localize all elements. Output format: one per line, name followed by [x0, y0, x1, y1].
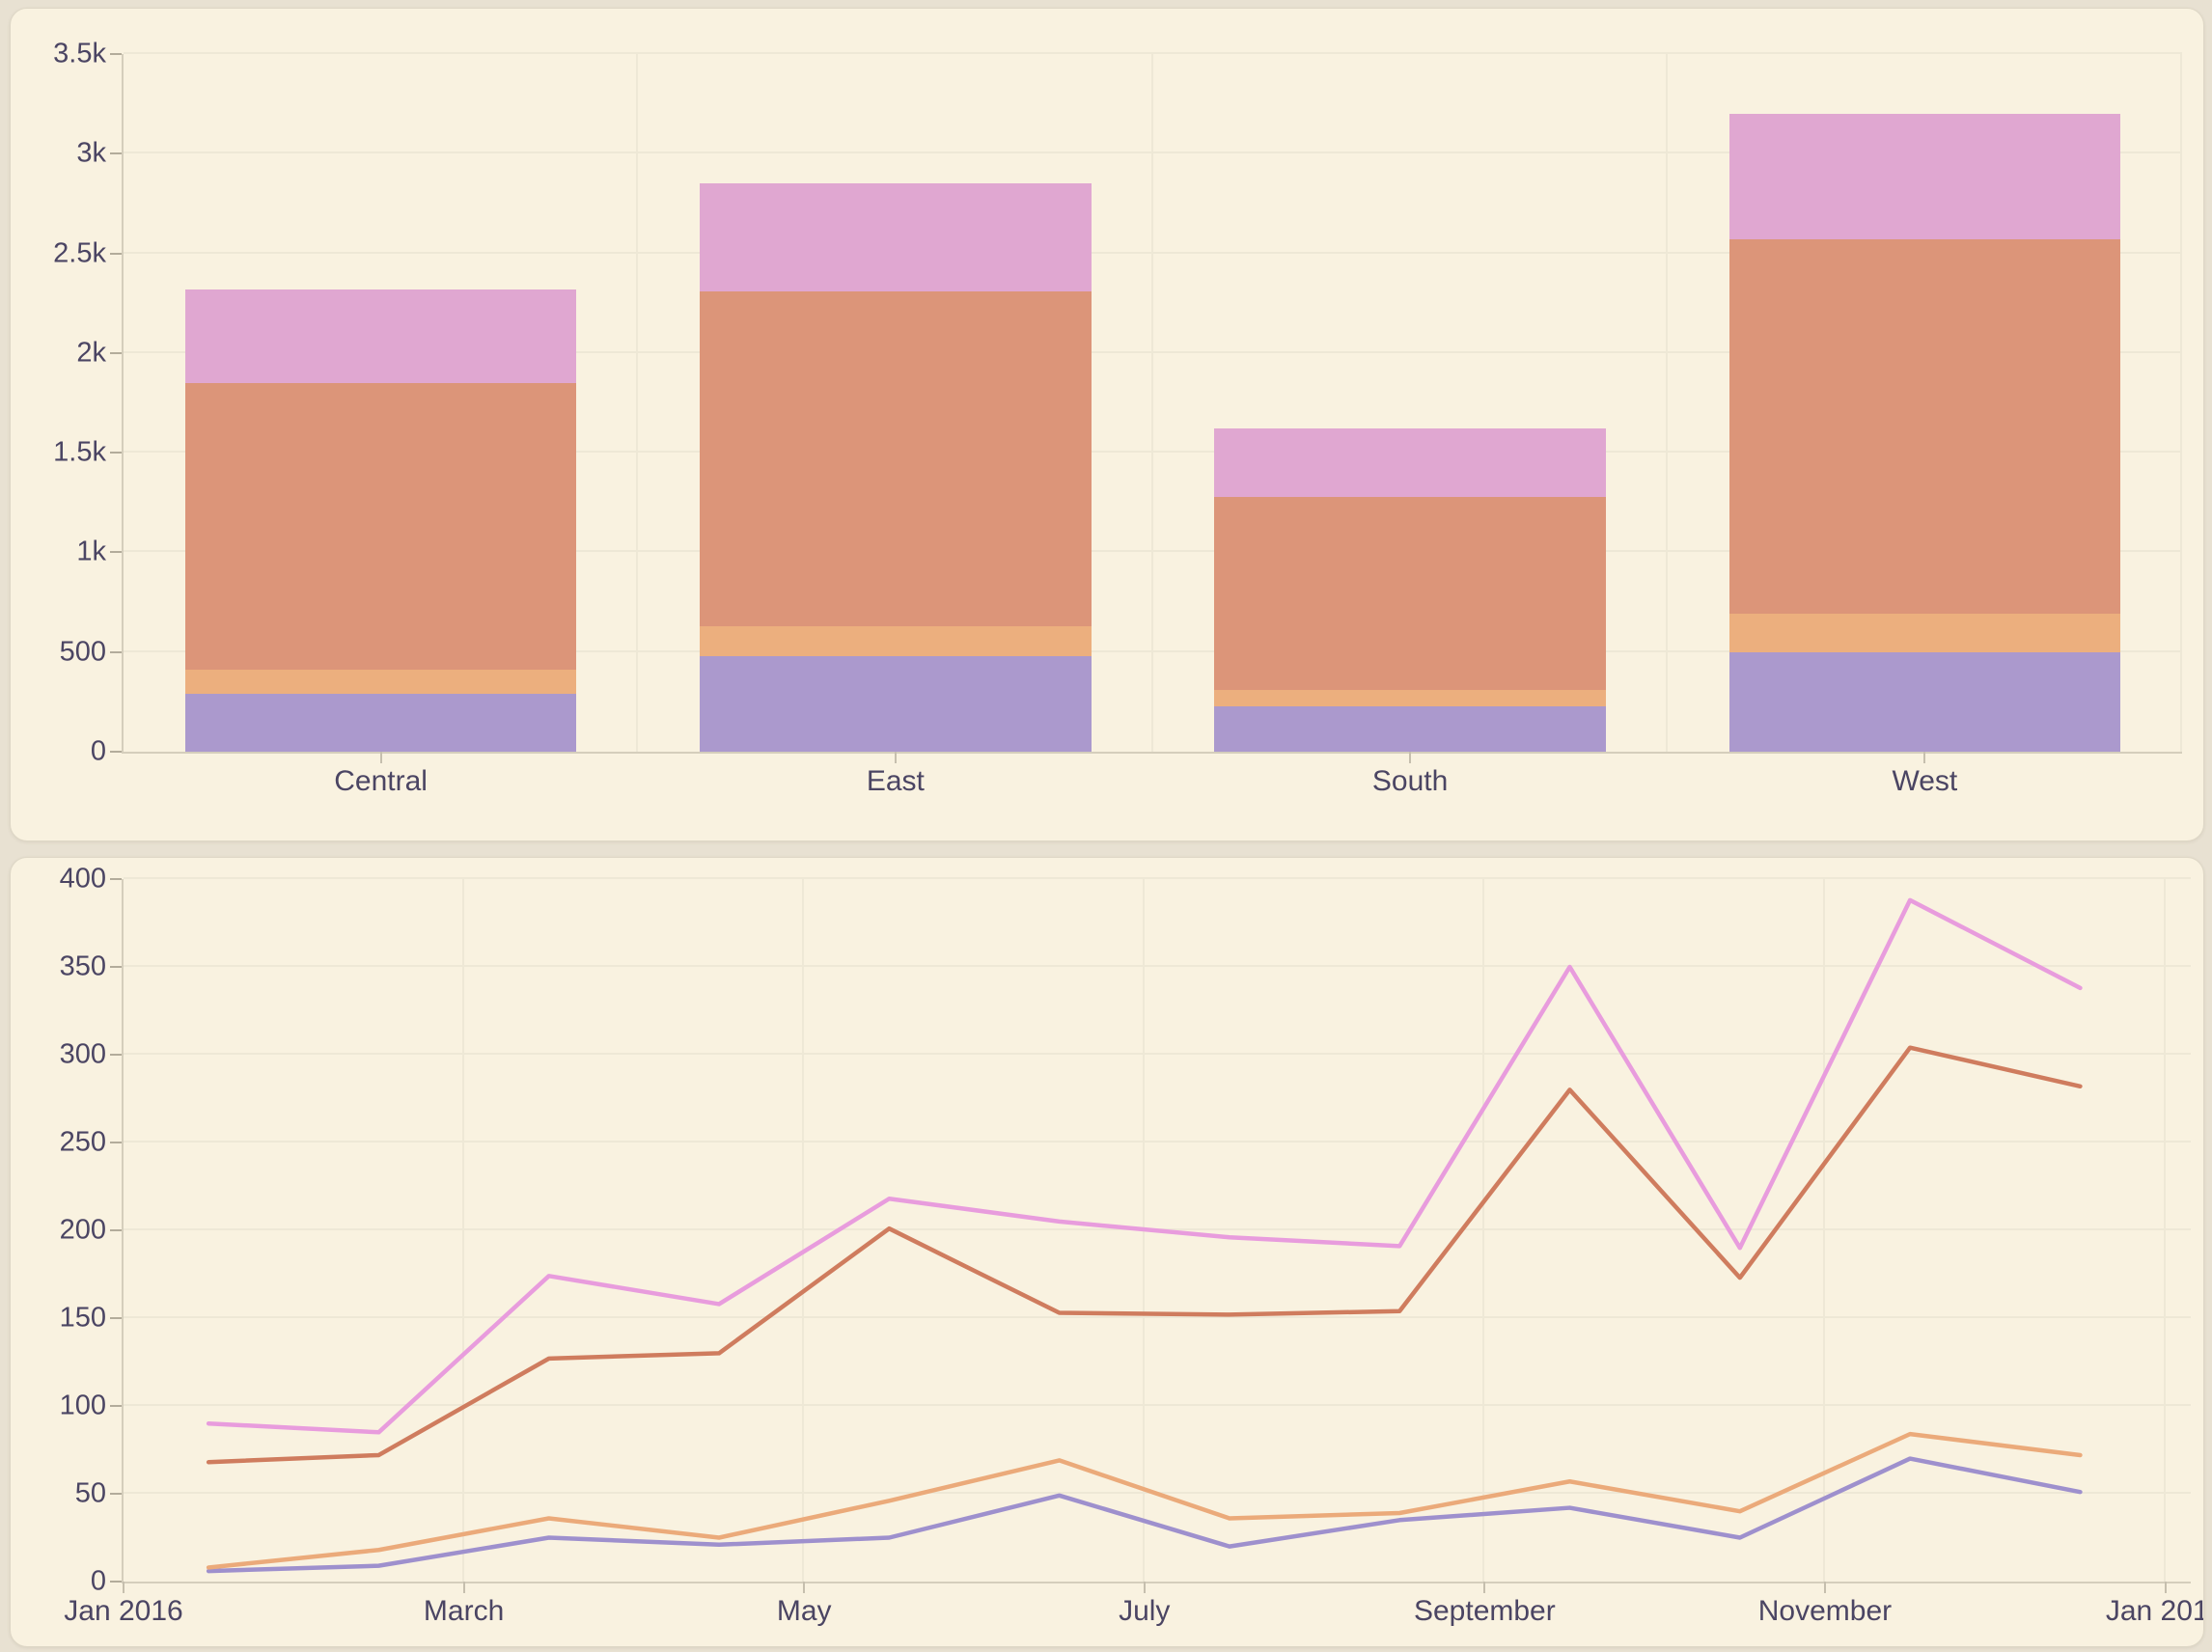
y-axis-label: 3.5k	[53, 41, 106, 69]
y-axis-label: 200	[60, 1217, 106, 1245]
x-axis-label-month: Jan 2016	[64, 1597, 182, 1626]
y-axis-label: 250	[60, 1129, 106, 1157]
y-axis-tick	[110, 53, 122, 55]
bar-segment-series-light-orange[interactable]	[700, 626, 1091, 656]
stacked-bar-chart-card: 0 500 1k 1.5k 2k 2.5k 3k 3.5k Central East South We…	[10, 8, 2204, 841]
gridline-vertical	[2180, 54, 2182, 752]
x-axis-label-month: November	[1758, 1597, 1892, 1626]
y-axis-label: 0	[91, 738, 106, 766]
y-axis-label: 400	[60, 866, 106, 894]
y-axis-tick	[110, 551, 122, 553]
x-axis-label-month: July	[1119, 1597, 1170, 1626]
bar-segment-series-purple[interactable]	[700, 656, 1091, 752]
line-chart-canvas	[124, 879, 2191, 1582]
y-axis-label: 2.5k	[53, 239, 106, 267]
x-axis-tick	[1144, 1582, 1146, 1593]
y-axis-label: 100	[60, 1392, 106, 1420]
line-chart-card: 0 50 100 150 200 250 300 350 400 Jan 2016 March May…	[10, 857, 2204, 1647]
x-axis-tick	[380, 752, 382, 763]
charts-dashboard: 05001k1.5k2k2.5k3k3.5kCentralEastSouthWe…	[0, 0, 2212, 1652]
bar-chart-plot-area: 05001k1.5k2k2.5k3k3.5kCentralEastSouthWe…	[122, 54, 2182, 754]
x-axis-label-category: East	[867, 767, 925, 796]
x-axis-label-category: South	[1372, 767, 1448, 796]
x-axis-tick	[803, 1582, 805, 1593]
bar-segment-series-pink[interactable]	[1729, 114, 2120, 239]
gridline-vertical	[1151, 54, 1153, 752]
y-axis-label: 150	[60, 1305, 106, 1333]
y-axis-tick	[110, 1054, 122, 1056]
y-axis-label: 2k	[76, 339, 106, 367]
x-axis-tick	[463, 1582, 465, 1593]
gridline-vertical	[1666, 54, 1668, 752]
y-axis-tick	[110, 352, 122, 354]
line-chart-plot-area: 050100150200250300350400Jan 2016MarchMay…	[122, 879, 2191, 1583]
y-axis-tick	[110, 966, 122, 968]
y-axis-tick	[110, 1581, 122, 1583]
x-axis-label-category: Central	[334, 767, 428, 796]
y-axis-label: 500	[60, 638, 106, 666]
y-axis-tick	[110, 152, 122, 154]
line-series-purple[interactable]	[208, 1459, 2080, 1571]
y-axis-label: 0	[91, 1568, 106, 1596]
y-axis-tick	[110, 1317, 122, 1319]
y-axis-tick	[110, 452, 122, 454]
y-axis-tick	[110, 1405, 122, 1407]
gridline-vertical	[636, 54, 638, 752]
bar-segment-series-purple[interactable]	[185, 694, 576, 752]
x-axis-tick	[123, 1582, 124, 1593]
bar-segment-series-purple[interactable]	[1729, 652, 2120, 752]
x-axis-label-category: West	[1892, 767, 1957, 796]
bar-segment-series-pink[interactable]	[700, 183, 1091, 291]
bar-segment-series-light-orange[interactable]	[185, 670, 576, 694]
bar-segment-series-salmon[interactable]	[1214, 497, 1605, 690]
y-axis-tick	[110, 1229, 122, 1231]
bar-segment-series-light-orange[interactable]	[1729, 614, 2120, 651]
x-axis-tick	[1824, 1582, 1826, 1593]
x-axis-label-month: March	[424, 1597, 504, 1626]
y-axis-label: 1.5k	[53, 439, 106, 467]
x-axis-tick	[895, 752, 897, 763]
x-axis-tick	[2165, 1582, 2167, 1593]
bar-segment-series-pink[interactable]	[185, 289, 576, 383]
bar-segment-series-salmon[interactable]	[700, 291, 1091, 626]
bar-segment-series-light-orange[interactable]	[1214, 690, 1605, 706]
x-axis-tick	[1483, 1582, 1485, 1593]
y-axis-tick	[110, 751, 122, 753]
y-axis-tick	[110, 651, 122, 653]
x-axis-tick	[1923, 752, 1925, 763]
bar-segment-series-purple[interactable]	[1214, 706, 1605, 753]
y-axis-label: 1k	[76, 538, 106, 566]
x-axis-label-month: September	[1414, 1597, 1556, 1626]
line-series-salmon[interactable]	[208, 1048, 2080, 1463]
y-axis-tick	[110, 878, 122, 880]
line-series-pink[interactable]	[208, 900, 2080, 1432]
gridline-horizontal	[124, 52, 2182, 54]
y-axis-label: 350	[60, 953, 106, 981]
bar-segment-series-salmon[interactable]	[185, 383, 576, 670]
bar-segment-series-salmon[interactable]	[1729, 239, 2120, 614]
x-axis-label-month: May	[777, 1597, 832, 1626]
y-axis-tick	[110, 1493, 122, 1495]
x-axis-label-month: Jan 2017	[2106, 1597, 2204, 1626]
y-axis-tick	[110, 1142, 122, 1143]
bar-segment-series-pink[interactable]	[1214, 428, 1605, 496]
y-axis-tick	[110, 253, 122, 255]
y-axis-label: 3k	[76, 140, 106, 168]
y-axis-label: 50	[75, 1480, 106, 1508]
y-axis-label: 300	[60, 1041, 106, 1069]
x-axis-tick	[1409, 752, 1411, 763]
